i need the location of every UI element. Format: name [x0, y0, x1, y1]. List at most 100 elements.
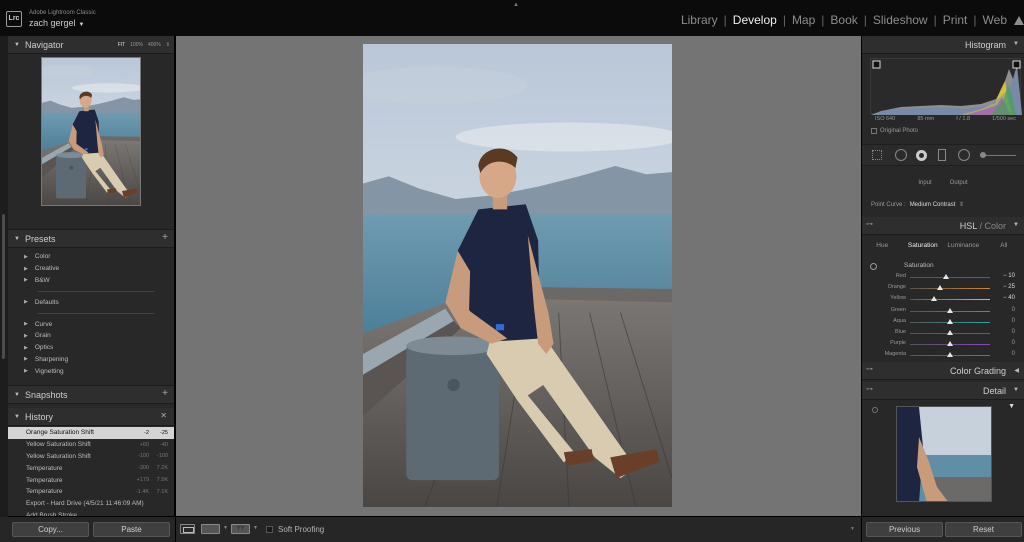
- zoom-100-option[interactable]: 100%: [130, 42, 143, 48]
- crop-tool-icon[interactable]: [872, 150, 882, 160]
- slider-value[interactable]: 0: [1012, 318, 1015, 324]
- toolbar-menu-caret-icon[interactable]: ▼: [253, 525, 258, 531]
- paste-settings-button[interactable]: Paste: [93, 522, 170, 537]
- hsl-title[interactable]: HSL: [960, 221, 977, 231]
- history-item[interactable]: Add Brush Stroke: [8, 510, 174, 516]
- spot-removal-tool-icon[interactable]: [895, 149, 907, 161]
- module-library[interactable]: Library: [680, 13, 719, 27]
- module-web[interactable]: Web: [982, 13, 1008, 27]
- history-item[interactable]: Temperature +179 7.5K: [8, 474, 174, 486]
- module-print[interactable]: Print: [942, 13, 969, 27]
- slider-value[interactable]: 0: [1012, 307, 1015, 313]
- preset-group-optics[interactable]: ▶ Optics: [8, 342, 174, 354]
- original-photo-checkbox[interactable]: [871, 128, 877, 134]
- right-bottom-bar: Previous Reset: [862, 517, 1024, 542]
- more-modules-icon[interactable]: [1014, 16, 1024, 25]
- module-map[interactable]: Map: [791, 13, 816, 27]
- history-item[interactable]: Yellow Saturation Shift -100 -100: [8, 451, 174, 463]
- slider-thumb[interactable]: [931, 296, 937, 302]
- toolbar-content-caret-icon[interactable]: ▼: [850, 526, 855, 532]
- slider-thumb[interactable]: [947, 307, 953, 313]
- slider-value[interactable]: 0: [1012, 329, 1015, 335]
- zoom-400-option[interactable]: 400%: [148, 42, 161, 48]
- detail-header[interactable]: ⊶ Detail ▼: [862, 382, 1024, 400]
- zoom-fit-option[interactable]: FIT: [118, 42, 126, 48]
- hide-top-panel-icon[interactable]: ▲: [513, 2, 519, 8]
- panel-switch-icon[interactable]: ⊶: [866, 365, 873, 373]
- slider-track[interactable]: [910, 288, 990, 290]
- preset-group-b-w[interactable]: ▶ B&W: [8, 275, 174, 287]
- clear-history-icon[interactable]: ✕: [160, 411, 167, 420]
- preset-group-sharpening[interactable]: ▶ Sharpening: [8, 354, 174, 366]
- loupe-view-icon[interactable]: [180, 524, 195, 534]
- original-photo-toggle[interactable]: Original Photo: [871, 128, 918, 134]
- history-header[interactable]: ▼ History ✕: [8, 408, 174, 426]
- color-title[interactable]: Color: [984, 221, 1006, 231]
- preset-group-defaults[interactable]: ▶ Defaults: [8, 296, 174, 308]
- preset-group-vignetting[interactable]: ▶ Vignetting: [8, 365, 174, 377]
- slider-value[interactable]: − 10: [1003, 273, 1015, 279]
- slider-value[interactable]: 0: [1012, 340, 1015, 346]
- history-item[interactable]: Export - Hard Drive (4/5/21 11:46:09 AM): [8, 498, 174, 510]
- main-photo[interactable]: [363, 44, 672, 507]
- red-eye-tool-icon[interactable]: [916, 150, 927, 161]
- before-after-caret-icon[interactable]: ▼: [223, 525, 228, 531]
- module-develop[interactable]: Develop: [732, 13, 778, 27]
- slider-thumb[interactable]: [947, 318, 953, 324]
- add-preset-icon[interactable]: +: [162, 232, 168, 243]
- slider-label: Orange: [887, 284, 906, 291]
- tab-all[interactable]: All: [984, 239, 1024, 253]
- preset-group-curve[interactable]: ▶ Curve: [8, 318, 174, 330]
- slider-thumb[interactable]: [937, 285, 943, 291]
- color-grading-header[interactable]: ⊶ Color Grading ◀: [862, 362, 1024, 380]
- targeted-adjustment-icon[interactable]: [870, 263, 877, 270]
- copy-settings-button[interactable]: Copy...: [12, 522, 89, 537]
- left-panel-scrollbar[interactable]: [2, 214, 5, 359]
- module-book[interactable]: Book: [829, 13, 858, 27]
- history-item[interactable]: Orange Saturation Shift -2 -25: [8, 427, 174, 439]
- detail-preview-menu-icon[interactable]: ▼: [1008, 403, 1015, 410]
- before-after-view-icon[interactable]: [201, 524, 220, 534]
- reset-button[interactable]: Reset: [945, 522, 1022, 537]
- presets-header[interactable]: ▼ Presets +: [8, 230, 174, 248]
- radial-filter-icon[interactable]: [958, 149, 970, 161]
- slider-track[interactable]: [910, 299, 990, 301]
- histogram-graph[interactable]: [870, 58, 1022, 115]
- preset-group-grain[interactable]: ▶ Grain: [8, 330, 174, 342]
- tab-hue[interactable]: Hue: [862, 239, 903, 253]
- history-item[interactable]: Temperature -300 7.2K: [8, 462, 174, 474]
- history-item[interactable]: Temperature -1.4K 7.1K: [8, 486, 174, 498]
- slider-value[interactable]: − 25: [1003, 284, 1015, 290]
- add-snapshot-icon[interactable]: +: [162, 388, 168, 399]
- preset-group-creative[interactable]: ▶ Creative: [8, 263, 174, 275]
- previous-button[interactable]: Previous: [866, 522, 943, 537]
- slider-thumb[interactable]: [943, 274, 949, 279]
- module-slideshow[interactable]: Slideshow: [872, 13, 929, 27]
- navigator-header[interactable]: ▼ Navigator FIT 100% 400% ⇕: [8, 36, 174, 54]
- zoom-more-icon[interactable]: ⇕: [166, 42, 170, 48]
- slider-thumb[interactable]: [947, 341, 953, 347]
- user-menu[interactable]: zach gergel ▼: [29, 18, 84, 28]
- navigator-thumbnail[interactable]: [41, 57, 141, 206]
- panel-switch-icon[interactable]: ⊶: [866, 385, 873, 393]
- panel-switch-icon[interactable]: ⊶: [866, 220, 873, 228]
- slider-value[interactable]: − 40: [1003, 295, 1015, 301]
- slider-value[interactable]: 0: [1012, 351, 1015, 357]
- snapshots-header[interactable]: ▼ Snapshots +: [8, 386, 174, 404]
- slider-thumb[interactable]: [947, 330, 953, 335]
- hsl-header[interactable]: ⊶ HSL / Color ▼: [862, 217, 1024, 235]
- tab-luminance[interactable]: Luminance: [943, 239, 984, 253]
- preset-group-color[interactable]: ▶ Color: [8, 251, 174, 263]
- slider-track[interactable]: [910, 277, 990, 278]
- histogram-header[interactable]: Histogram ▼: [862, 36, 1024, 54]
- before-after-mode-icon[interactable]: YY: [231, 524, 250, 534]
- tab-saturation[interactable]: Saturation: [903, 239, 944, 253]
- brush-size-handle[interactable]: [980, 152, 986, 158]
- soft-proofing-checkbox[interactable]: [266, 526, 273, 533]
- history-item[interactable]: Yellow Saturation Shift +60 -40: [8, 439, 174, 451]
- slider-thumb[interactable]: [947, 352, 953, 358]
- detail-target-icon[interactable]: [872, 407, 878, 413]
- detail-preview[interactable]: [896, 406, 992, 502]
- point-curve-selector[interactable]: Point Curve : Medium Contrast ⇕: [862, 201, 1024, 208]
- graduated-filter-icon[interactable]: [938, 149, 946, 161]
